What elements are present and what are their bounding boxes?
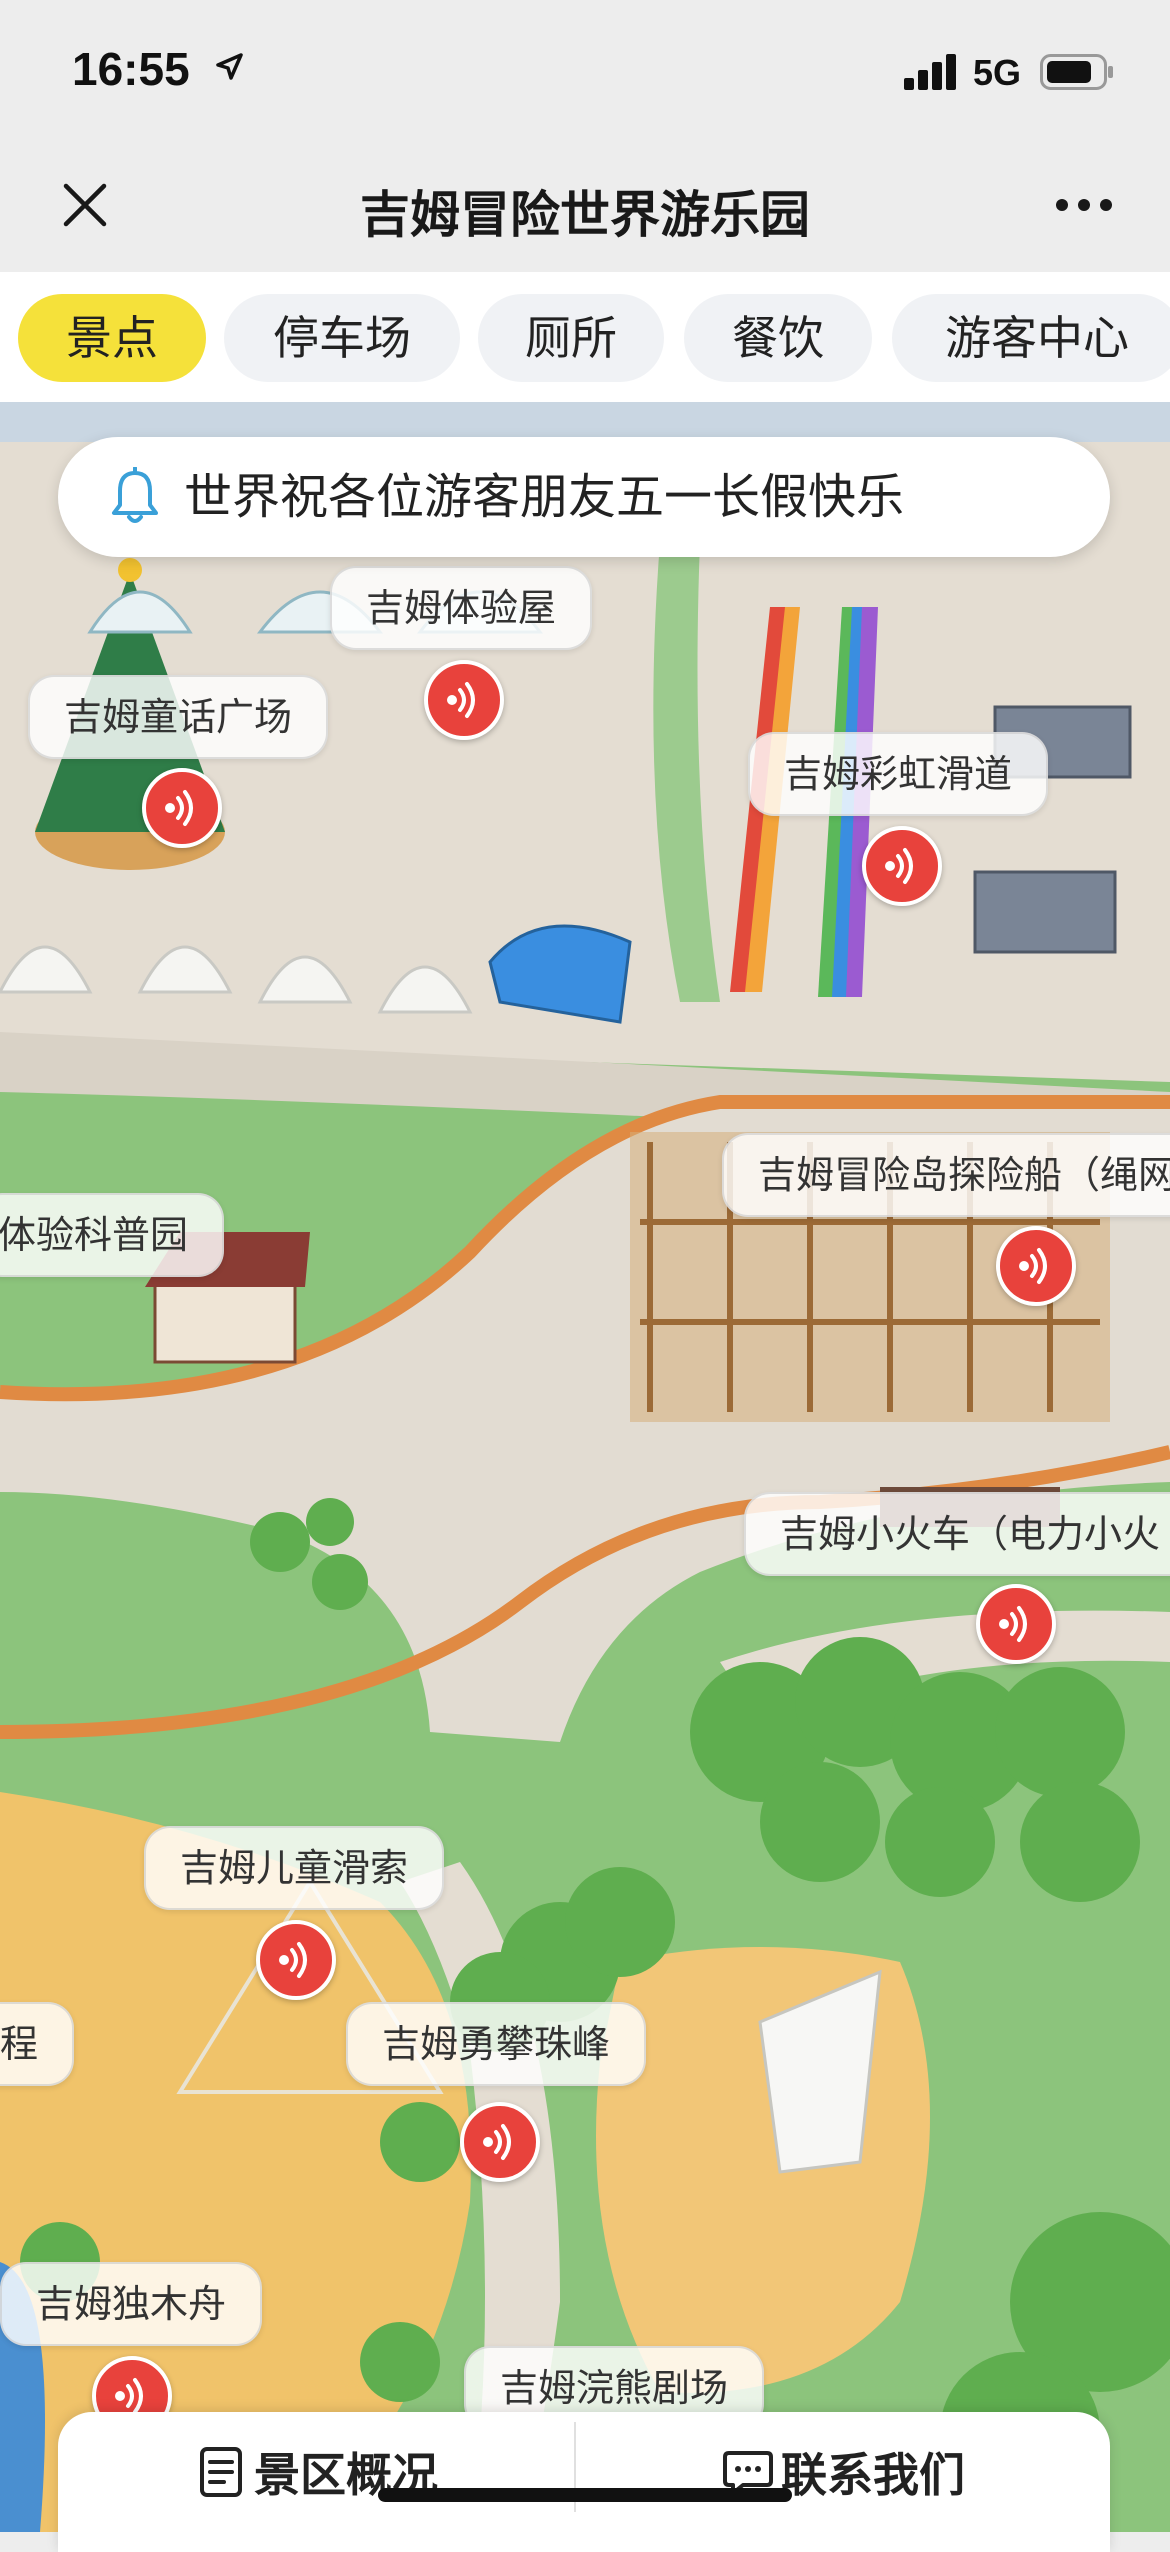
category-tabs: 景点 停车场 厕所 餐饮 游客中心 [0, 272, 1170, 402]
audio-guide-button[interactable] [460, 2102, 540, 2182]
notice-text: 世界祝各位游客朋友五一长假快乐 [184, 469, 905, 525]
contact-label: 联系我们 [781, 2449, 965, 2501]
audio-guide-button[interactable] [142, 768, 222, 848]
network-type: 5G [973, 52, 1022, 93]
overview-button[interactable]: 景区概况 [58, 2412, 574, 2532]
document-icon [200, 2447, 242, 2497]
audio-icon [447, 682, 475, 718]
status-bar: 16:55 5G [0, 0, 1170, 150]
attraction-label[interactable]: 体验科普园 [0, 1193, 225, 1277]
page-title: 吉姆冒险世界游乐园 [360, 187, 810, 243]
audio-guide-button[interactable] [424, 660, 504, 740]
audio-icon [165, 790, 193, 826]
attraction-label[interactable]: 吉姆冒险岛探险船（绳网 [722, 1133, 1170, 1217]
home-indicator[interactable] [378, 2488, 792, 2502]
attraction-label[interactable]: 程 [0, 2002, 75, 2086]
contact-button[interactable]: 联系我们 [576, 2412, 1110, 2532]
attraction-label[interactable]: 吉姆小火车（电力小火 [744, 1492, 1170, 1576]
audio-icon [279, 1942, 307, 1978]
audio-icon [885, 848, 913, 884]
audio-icon [483, 2124, 511, 2160]
attraction-label[interactable]: 吉姆儿童滑索 [144, 1826, 445, 1910]
tab-restroom[interactable]: 厕所 [478, 294, 664, 382]
bell-icon [112, 467, 158, 523]
tab-dining[interactable]: 餐饮 [684, 294, 872, 382]
notice-bar[interactable]: 世界祝各位游客朋友五一长假快乐 [58, 437, 1110, 557]
location-arrow-icon [216, 53, 243, 80]
audio-icon [1019, 1248, 1047, 1284]
bottom-bar: 景区概况 联系我们 [58, 2412, 1110, 2552]
signal-icon [904, 54, 956, 90]
tab-visitor-center[interactable]: 游客中心 [892, 294, 1170, 382]
attraction-label[interactable]: 吉姆独木舟 [0, 2262, 263, 2346]
audio-guide-button[interactable] [862, 826, 942, 906]
audio-guide-button[interactable] [976, 1584, 1056, 1664]
attraction-label[interactable]: 吉姆体验屋 [330, 566, 593, 650]
tab-parking[interactable]: 停车场 [224, 294, 460, 382]
tab-attractions[interactable]: 景点 [18, 294, 206, 382]
audio-guide-button[interactable] [996, 1226, 1076, 1306]
attraction-label[interactable]: 吉姆勇攀珠峰 [346, 2002, 647, 2086]
attraction-label[interactable]: 吉姆童话广场 [28, 675, 329, 759]
audio-guide-button[interactable] [256, 1920, 336, 2000]
battery-icon [1040, 54, 1113, 90]
attraction-label[interactable]: 吉姆彩虹滑道 [748, 732, 1049, 816]
audio-icon [999, 1606, 1027, 1642]
park-map[interactable]: 吉姆体验屋 吉姆童话广场 吉姆彩虹滑道 吉姆冒险岛探险船（绳网 体验科普园 吉姆… [0, 402, 1170, 2532]
more-icon[interactable] [1055, 198, 1113, 212]
status-time: 16:55 [72, 43, 190, 95]
